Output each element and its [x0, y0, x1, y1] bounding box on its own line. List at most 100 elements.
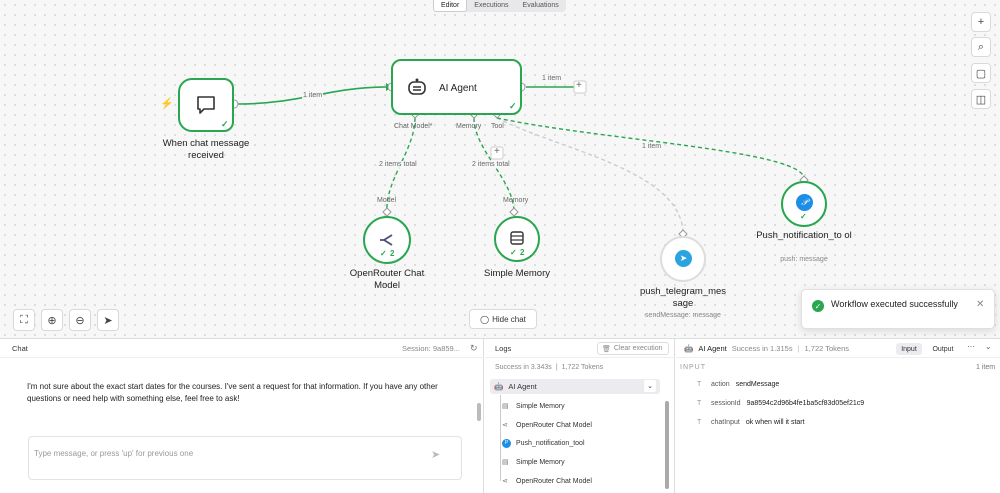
node-openrouter-label: OpenRouter Chat Model	[349, 268, 425, 291]
tab-output[interactable]: Output	[928, 343, 958, 355]
database-icon: ▤	[502, 459, 509, 466]
chat-message: I'm not sure about the exact start dates…	[27, 382, 438, 403]
plus-icon[interactable]: +	[971, 12, 991, 32]
bottom-panel: Chat Session: 9a859... ↻ I'm not sure ab…	[0, 338, 1000, 493]
edge-label-out: 1 item	[541, 75, 563, 82]
chat-input-placeholder: Type message, or press 'up' for previous…	[34, 449, 194, 458]
fit-view-icon[interactable]: ⛶	[13, 309, 35, 331]
database-icon: ▤	[502, 403, 509, 410]
send-icon[interactable]: ➤	[431, 448, 440, 461]
robot-icon: 🤖	[494, 382, 504, 391]
tab-evaluations[interactable]: Evaluations	[516, 0, 566, 12]
node-chat-trigger-label: When chat message received	[162, 138, 250, 161]
trash-icon: 🗑	[602, 345, 611, 353]
node-push-telegram-sub: sendMessage: message	[645, 312, 721, 319]
input-section-title: INPUT	[680, 364, 706, 371]
node-openrouter[interactable]: ✓ 2	[363, 216, 411, 264]
field-row: TsessionId 9a8594c2d96b4fe1ba5cf83d05ef21…	[697, 400, 865, 407]
node-chat-trigger[interactable]: ✓	[178, 78, 234, 132]
detail-header: 🤖 AI Agent Success in 1.315s | 1,722 Tok…	[684, 343, 850, 353]
more-icon[interactable]: ⋯	[967, 342, 975, 351]
workflow-canvas[interactable]: + + Editor Executions Evaluations + ⌕ ▢ …	[0, 0, 1000, 338]
trigger-bolt-icon: ⚡	[160, 98, 174, 110]
success-check-icon: ✓	[800, 212, 807, 221]
logs-scrollbar[interactable]	[665, 401, 669, 489]
view-tabs: Editor Executions Evaluations	[433, 0, 566, 12]
toast-notification: ✓ Workflow executed successfully ✕	[801, 289, 995, 329]
log-item[interactable]: ⋖ OpenRouter Chat Model	[502, 473, 592, 489]
field-row: TchatInput ok when will it start	[697, 419, 805, 426]
add-output-icon[interactable]: +	[576, 80, 582, 91]
log-item[interactable]: ▤ Simple Memory	[502, 454, 565, 470]
chat-input[interactable]: Type message, or press 'up' for previous…	[28, 436, 462, 480]
edge-label-push: 1 item	[641, 143, 663, 150]
edge-label-chat-model: 2 items total	[378, 161, 418, 168]
success-icon: ✓	[812, 300, 824, 312]
success-check-icon: ✓	[509, 101, 517, 111]
zoom-in-icon[interactable]: ⊕	[41, 309, 63, 331]
chat-bubble-icon	[197, 96, 215, 114]
toast-message: Workflow executed successfully	[831, 299, 958, 309]
logs-summary: Success in 3.343s | 1,722 Tokens	[495, 364, 604, 371]
close-icon[interactable]: ✕	[976, 299, 984, 310]
success-check-icon: ✓	[221, 119, 229, 129]
chat-icon: ◯	[480, 314, 490, 324]
node-detail-panel: 🤖 AI Agent Success in 1.315s | 1,722 Tok…	[676, 339, 1000, 493]
node-push-notification[interactable]: 𝒫 ✓	[781, 181, 827, 227]
item-count: 1 item	[976, 364, 996, 371]
chevron-down-icon[interactable]: ⌄	[644, 380, 656, 392]
clear-execution-button[interactable]: 🗑 Clear execution	[597, 342, 669, 355]
text-type-icon: T	[697, 381, 702, 388]
text-type-icon: T	[697, 400, 702, 407]
tab-editor[interactable]: Editor	[433, 0, 468, 12]
openrouter-icon: ⋖	[502, 422, 508, 429]
chat-scrollbar[interactable]	[477, 403, 481, 421]
logs-panel: Logs 🗑 Clear execution Success in 3.343s |…	[485, 339, 675, 493]
sticky-note-icon[interactable]: ▢	[971, 63, 991, 83]
pushover-icon: P	[502, 438, 511, 448]
handle-chat-model-label: Chat Model*	[394, 123, 433, 130]
log-item[interactable]: ▤ Simple Memory	[502, 398, 565, 414]
zoom-out-icon[interactable]: ⊖	[69, 309, 91, 331]
field-row: Taction sendMessage	[697, 381, 780, 388]
log-item[interactable]: P Push_notification_tool	[502, 435, 585, 451]
robot-icon	[408, 78, 426, 95]
tab-input[interactable]: Input	[896, 343, 922, 355]
openrouter-icon	[380, 234, 393, 246]
chevron-down-icon[interactable]: ⌄	[985, 342, 992, 351]
robot-icon: 🤖	[684, 343, 694, 353]
search-icon[interactable]: ⌕	[971, 37, 991, 57]
panel-icon[interactable]: ◫	[971, 89, 991, 109]
edge-label-trigger: 1 item	[302, 92, 324, 99]
success-check-icon: ✓	[380, 249, 387, 258]
cursor-icon[interactable]: ➤	[97, 309, 119, 331]
refresh-icon[interactable]: ↻	[470, 343, 478, 354]
add-tool-icon[interactable]: +	[494, 146, 500, 157]
success-check-icon: ✓	[510, 248, 517, 257]
hide-chat-button[interactable]: ◯ Hide chat	[469, 309, 537, 329]
session-id: Session: 9a859...	[402, 343, 460, 353]
edge-label-memory: 2 items total	[471, 161, 511, 168]
handle-tool-label: Tool	[491, 123, 504, 130]
handle-memory-label: Memory	[456, 123, 482, 130]
node-push-telegram[interactable]: ➤	[660, 236, 706, 282]
node-simple-memory-label: Simple Memory	[484, 268, 550, 279]
log-item[interactable]: ⋖ OpenRouter Chat Model	[502, 417, 592, 433]
node-simple-memory[interactable]: ✓ 2	[494, 216, 540, 262]
node-ai-agent-label: AI Agent	[439, 83, 477, 94]
memory-handle-label: Memory	[503, 197, 529, 204]
openrouter-handle-label: Model	[377, 197, 397, 204]
node-push-notification-sub: push: message	[780, 256, 828, 263]
run-count: 2	[520, 248, 525, 257]
pushover-icon: 𝒫	[796, 194, 813, 211]
telegram-icon: ➤	[675, 250, 692, 267]
chat-panel: Chat Session: 9a859... ↻ I'm not sure ab…	[0, 339, 484, 493]
database-icon	[510, 231, 524, 245]
node-ai-agent[interactable]: AI Agent ✓	[391, 59, 522, 115]
tab-executions[interactable]: Executions	[467, 0, 515, 12]
node-push-telegram-label: push_telegram_mes sage	[639, 286, 727, 309]
edge-tool-telegram	[496, 117, 684, 233]
openrouter-icon: ⋖	[502, 478, 508, 485]
edges-layer	[229, 80, 809, 239]
log-root-ai-agent[interactable]: 🤖 AI Agent ⌄	[490, 379, 660, 394]
